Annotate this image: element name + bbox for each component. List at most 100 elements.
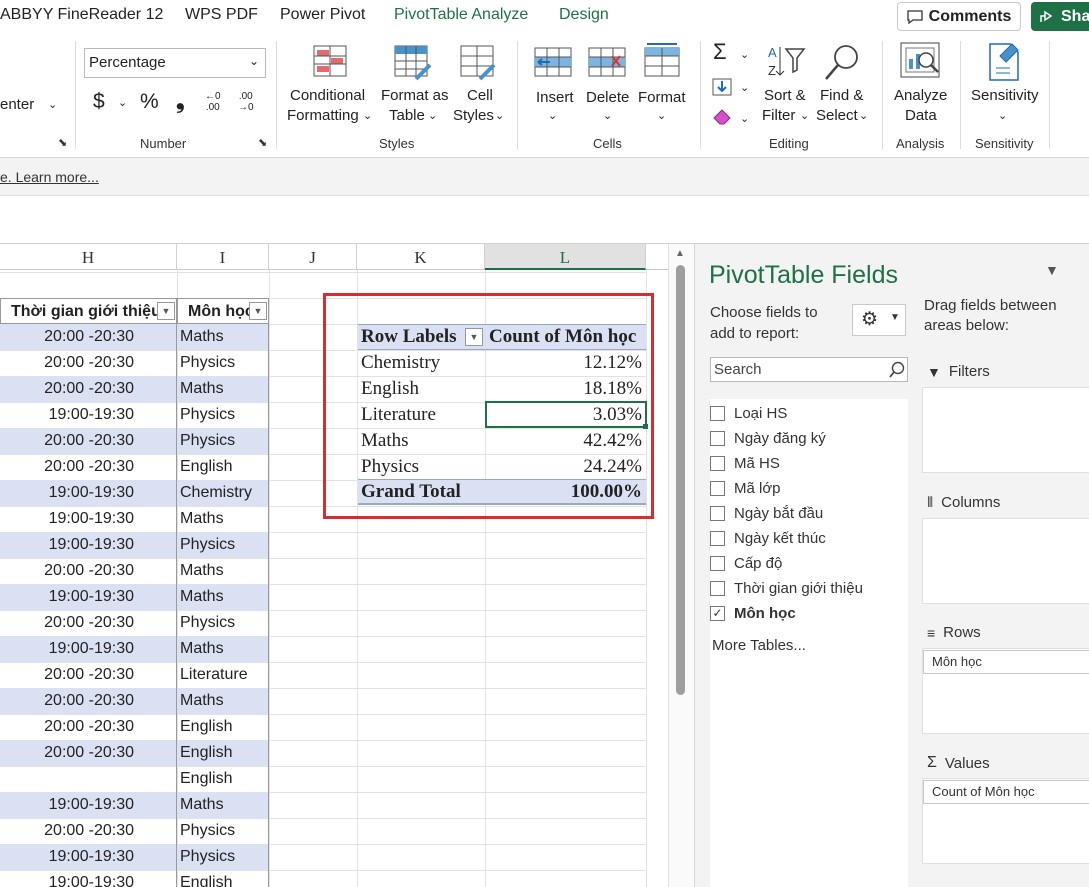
- chevron-down-icon[interactable]: ⌄: [495, 106, 504, 126]
- alignment-partial-label[interactable]: enter: [0, 95, 34, 115]
- table-cell-time[interactable]: [0, 766, 177, 792]
- table-cell-subject[interactable]: Literature: [177, 662, 269, 688]
- table-cell-time[interactable]: 20:00 -20:30: [0, 610, 177, 636]
- comments-button[interactable]: Comments: [897, 2, 1021, 31]
- column-header-j[interactable]: J: [269, 244, 357, 270]
- insert-cells-icon[interactable]: [534, 47, 574, 79]
- column-header-l[interactable]: L: [485, 244, 646, 270]
- table-cell-subject[interactable]: Maths: [177, 376, 269, 402]
- more-tables-link[interactable]: More Tables...: [712, 637, 806, 654]
- sensitivity-label[interactable]: Sensitivity: [971, 86, 1039, 106]
- table-cell-subject[interactable]: Maths: [177, 324, 269, 350]
- tab-design[interactable]: Design: [559, 6, 609, 24]
- analyze-data-icon[interactable]: [900, 42, 942, 84]
- find-select-label1[interactable]: Find &: [820, 86, 863, 106]
- table-cell-subject[interactable]: Maths: [177, 792, 269, 818]
- number-format-select[interactable]: Percentage ⌄: [84, 48, 266, 78]
- table-cell-time[interactable]: 20:00 -20:30: [0, 324, 177, 350]
- field-item[interactable]: Loại HS: [710, 401, 787, 426]
- format-as-table-label1[interactable]: Format as: [381, 86, 449, 106]
- conditional-formatting-icon[interactable]: [313, 45, 349, 79]
- table-cell-subject[interactable]: Maths: [177, 558, 269, 584]
- filter-dropdown-icon[interactable]: ▼: [249, 302, 267, 320]
- chevron-down-icon[interactable]: ⌄: [48, 95, 57, 115]
- table-cell-subject[interactable]: English: [177, 454, 269, 480]
- field-checkbox[interactable]: [710, 456, 725, 471]
- table-cell-time[interactable]: 20:00 -20:30: [0, 428, 177, 454]
- table-cell-subject[interactable]: English: [177, 870, 269, 887]
- table-cell-subject[interactable]: Physics: [177, 610, 269, 636]
- analyze-data-label1[interactable]: Analyze: [894, 86, 947, 106]
- filters-drop-area[interactable]: [922, 387, 1089, 473]
- delete-label[interactable]: Delete: [586, 88, 629, 108]
- chevron-down-icon[interactable]: ⌄: [548, 106, 557, 126]
- chevron-down-icon[interactable]: ⌄: [998, 106, 1007, 126]
- field-checkbox[interactable]: ✓: [710, 606, 725, 621]
- tab-power-pivot[interactable]: Power Pivot: [280, 6, 365, 24]
- field-checkbox[interactable]: [710, 556, 725, 571]
- table-cell-subject[interactable]: Physics: [177, 402, 269, 428]
- field-item[interactable]: Ngày đăng ký: [710, 426, 826, 451]
- chevron-down-icon[interactable]: ⌄: [740, 45, 749, 65]
- table-cell-time[interactable]: 20:00 -20:30: [0, 376, 177, 402]
- increase-decimal-icon[interactable]: ←0.00: [205, 91, 221, 113]
- cell-styles-label1[interactable]: Cell: [467, 86, 493, 106]
- table-cell-subject[interactable]: Physics: [177, 350, 269, 376]
- table-cell-subject[interactable]: Chemistry: [177, 480, 269, 506]
- find-select-label2[interactable]: Select: [816, 106, 858, 126]
- conditional-formatting-label1[interactable]: Conditional: [290, 86, 365, 106]
- chevron-down-icon[interactable]: ⌄: [118, 93, 127, 113]
- table-header-thoi-gian[interactable]: Thời gian giới thiệu: [0, 298, 177, 324]
- share-button[interactable]: Sha: [1031, 2, 1089, 31]
- chevron-down-icon[interactable]: ⌄: [740, 78, 749, 98]
- learn-more-link[interactable]: e. Learn more...: [0, 169, 99, 185]
- table-cell-time[interactable]: 20:00 -20:30: [0, 662, 177, 688]
- chevron-down-icon[interactable]: ⌄: [428, 106, 437, 126]
- chevron-down-icon[interactable]: ⌄: [657, 106, 666, 126]
- field-checkbox[interactable]: [710, 406, 725, 421]
- autosum-icon[interactable]: Σ: [713, 41, 727, 63]
- field-item[interactable]: Ngày bắt đầu: [710, 501, 823, 526]
- sort-filter-label1[interactable]: Sort &: [764, 86, 806, 106]
- tab-pivottable-analyze[interactable]: PivotTable Analyze: [394, 6, 528, 24]
- chevron-down-icon[interactable]: ⌄: [363, 106, 372, 126]
- chevron-down-icon[interactable]: ⌄: [740, 109, 749, 129]
- field-item[interactable]: Thời gian giới thiệu: [710, 576, 863, 601]
- field-checkbox[interactable]: [710, 481, 725, 496]
- table-cell-subject[interactable]: Maths: [177, 636, 269, 662]
- table-cell-subject[interactable]: English: [177, 714, 269, 740]
- conditional-formatting-label2[interactable]: Formatting: [287, 106, 359, 126]
- field-item[interactable]: Ngày kết thúc: [710, 526, 826, 551]
- field-item[interactable]: Mã HS: [710, 451, 780, 476]
- table-cell-time[interactable]: 20:00 -20:30: [0, 688, 177, 714]
- table-cell-time[interactable]: 20:00 -20:30: [0, 558, 177, 584]
- sensitivity-icon[interactable]: [988, 42, 1024, 82]
- column-header-h[interactable]: H: [0, 244, 177, 270]
- table-cell-subject[interactable]: Physics: [177, 844, 269, 870]
- field-checkbox[interactable]: [710, 506, 725, 521]
- tab-wps-pdf[interactable]: WPS PDF: [185, 6, 258, 24]
- field-item[interactable]: Mã lớp: [710, 476, 781, 501]
- delete-cells-icon[interactable]: [588, 47, 628, 79]
- table-cell-subject[interactable]: English: [177, 740, 269, 766]
- table-cell-time[interactable]: 19:00-19:30: [0, 584, 177, 610]
- scrollbar-thumb[interactable]: [676, 265, 685, 695]
- table-cell-time[interactable]: 19:00-19:30: [0, 480, 177, 506]
- table-cell-time[interactable]: 20:00 -20:30: [0, 714, 177, 740]
- table-cell-subject[interactable]: Maths: [177, 688, 269, 714]
- comma-style-button[interactable]: ❟: [176, 90, 185, 112]
- table-cell-time[interactable]: 19:00-19:30: [0, 506, 177, 532]
- format-as-table-icon[interactable]: [394, 45, 434, 81]
- values-field-chip[interactable]: Count of Môn học: [923, 780, 1089, 804]
- sort-filter-label2[interactable]: Filter: [762, 106, 795, 126]
- table-cell-time[interactable]: 20:00 -20:30: [0, 740, 177, 766]
- format-cells-icon[interactable]: [644, 42, 684, 78]
- table-cell-subject[interactable]: Physics: [177, 532, 269, 558]
- percent-button[interactable]: %: [140, 91, 159, 112]
- table-cell-time[interactable]: 20:00 -20:30: [0, 818, 177, 844]
- table-cell-subject[interactable]: Maths: [177, 506, 269, 532]
- cell-styles-label2[interactable]: Styles: [453, 106, 494, 126]
- table-cell-subject[interactable]: Physics: [177, 818, 269, 844]
- column-header-i[interactable]: I: [177, 244, 269, 270]
- columns-drop-area[interactable]: [922, 518, 1089, 604]
